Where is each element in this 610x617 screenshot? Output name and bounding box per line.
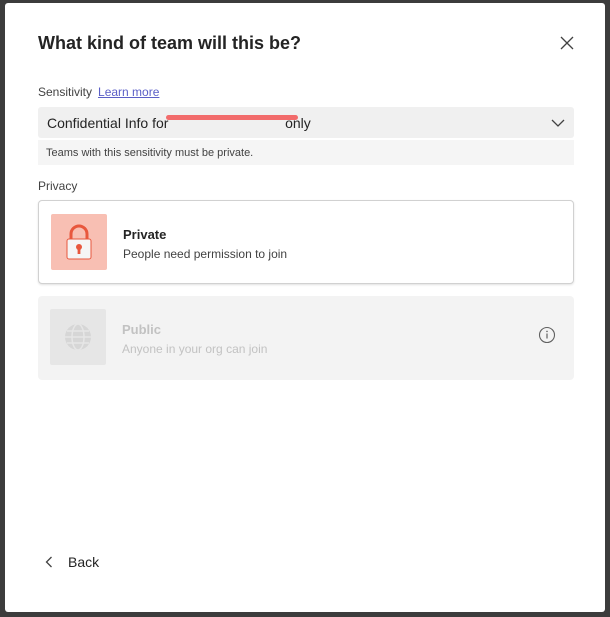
learn-more-link[interactable]: Learn more: [98, 85, 159, 99]
globe-icon: [65, 323, 91, 351]
sensitivity-label-row: Sensitivity Learn more: [38, 85, 159, 99]
back-button[interactable]: Back: [45, 554, 99, 570]
sensitivity-dropdown[interactable]: Confidential Info for only: [38, 107, 574, 138]
redaction-mark: [166, 115, 298, 120]
private-option-description: People need permission to join: [123, 247, 288, 261]
private-option-title: Private: [123, 227, 167, 242]
privacy-option-public: Public Anyone in your org can join: [38, 296, 574, 380]
public-option-title: Public: [122, 322, 162, 337]
create-team-dialog: What kind of team will this be? Sensitiv…: [5, 3, 605, 612]
sensitivity-label: Sensitivity: [38, 85, 93, 99]
chevron-down-icon: [551, 119, 565, 127]
privacy-option-private[interactable]: Private People need permission to join: [38, 200, 574, 284]
lock-icon: [66, 224, 92, 260]
back-label: Back: [68, 554, 100, 570]
public-option-description: Anyone in your org can join: [122, 342, 268, 356]
info-icon[interactable]: [538, 326, 556, 344]
public-icon-tile: [50, 309, 106, 365]
private-icon-tile: [51, 214, 107, 270]
chevron-left-icon: [45, 556, 52, 568]
close-button[interactable]: [555, 31, 579, 55]
sensitivity-note: Teams with this sensitivity must be priv…: [38, 140, 574, 165]
privacy-label: Privacy: [38, 179, 78, 193]
dialog-title: What kind of team will this be?: [38, 33, 302, 53]
close-icon: [560, 36, 574, 50]
